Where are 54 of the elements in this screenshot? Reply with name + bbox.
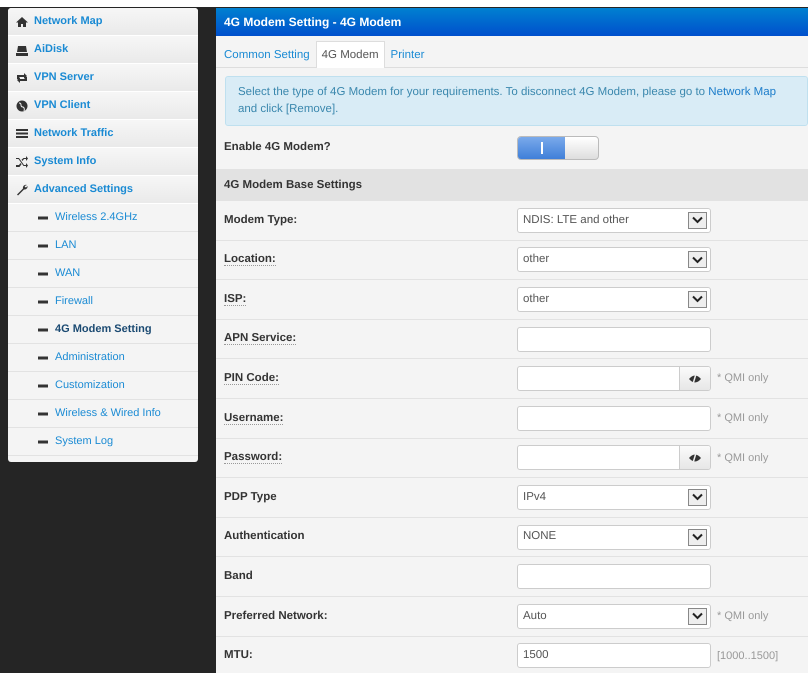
input-field[interactable]: 1500 bbox=[517, 643, 711, 668]
chevron-down-icon bbox=[692, 533, 703, 542]
tab[interactable]: 4G Modem bbox=[316, 41, 385, 68]
field-label: Password: bbox=[224, 451, 282, 464]
chevron-down-icon bbox=[692, 256, 703, 264]
shuffle-icon bbox=[16, 156, 28, 168]
input-field[interactable] bbox=[517, 326, 711, 352]
field-note: * QMI only bbox=[717, 411, 768, 426]
sidebar-item[interactable]: Network Map bbox=[8, 8, 198, 36]
field-note: [1000..1500] bbox=[717, 648, 778, 664]
chevron-down-icon bbox=[692, 612, 703, 620]
field-note: * QMI only bbox=[717, 371, 768, 386]
dropdown[interactable]: other bbox=[517, 247, 711, 272]
field-label: Enable 4G Modem? bbox=[224, 140, 331, 153]
field-label: Username: bbox=[224, 412, 284, 425]
dropdown[interactable]: IPv4 bbox=[517, 484, 711, 510]
field-label: APN Service: bbox=[224, 332, 296, 346]
eye-slash-icon bbox=[688, 374, 702, 384]
arrows-loop-icon bbox=[16, 72, 28, 84]
chevron-down-icon bbox=[692, 493, 703, 502]
section-header: 4G Modem Base Settings bbox=[216, 169, 808, 201]
tab[interactable]: Common Setting bbox=[218, 41, 316, 67]
password-field[interactable] bbox=[517, 366, 711, 392]
wrench-icon bbox=[16, 184, 28, 196]
eye-slash-icon bbox=[688, 452, 702, 463]
field-note: * QMI only bbox=[717, 450, 768, 466]
field-label: MTU: bbox=[224, 649, 253, 662]
field-label: Band bbox=[224, 570, 253, 582]
dropdown[interactable]: other bbox=[517, 286, 711, 312]
tab[interactable]: Printer bbox=[384, 41, 430, 67]
panel-title: 4G Modem Setting - 4G Modem bbox=[216, 8, 808, 36]
chevron-down-icon bbox=[692, 216, 703, 224]
field-label: ISP: bbox=[224, 292, 246, 306]
dropdown[interactable]: NDIS: LTE and other bbox=[517, 208, 711, 233]
dropdown[interactable]: Auto bbox=[517, 604, 711, 629]
chevron-down-icon bbox=[692, 295, 703, 304]
globe-icon bbox=[16, 100, 28, 112]
field-label: PDP Type bbox=[224, 490, 277, 503]
field-note: * QMI only bbox=[717, 608, 768, 624]
home-icon bbox=[16, 16, 28, 28]
input-field[interactable] bbox=[517, 564, 711, 590]
field-label: Modem Type: bbox=[224, 214, 298, 226]
field-label: Authentication bbox=[224, 530, 304, 542]
field-label: Preferred Network: bbox=[224, 610, 328, 622]
field-label: PIN Code: bbox=[224, 372, 279, 386]
info-message: Select the type of 4G Modem for your requirements. To disconnect 4G Modem, please go to Network Map and click [Remove]. bbox=[225, 76, 808, 126]
network-map-link[interactable]: Network Map bbox=[708, 86, 776, 98]
field-label: Location: bbox=[224, 253, 276, 266]
hard-drive-icon bbox=[16, 44, 28, 56]
dropdown[interactable]: NONE bbox=[517, 524, 711, 550]
password-field[interactable] bbox=[517, 445, 711, 470]
list-icon bbox=[16, 128, 28, 140]
input-field[interactable] bbox=[517, 406, 711, 431]
toggle-switch[interactable] bbox=[517, 136, 599, 160]
